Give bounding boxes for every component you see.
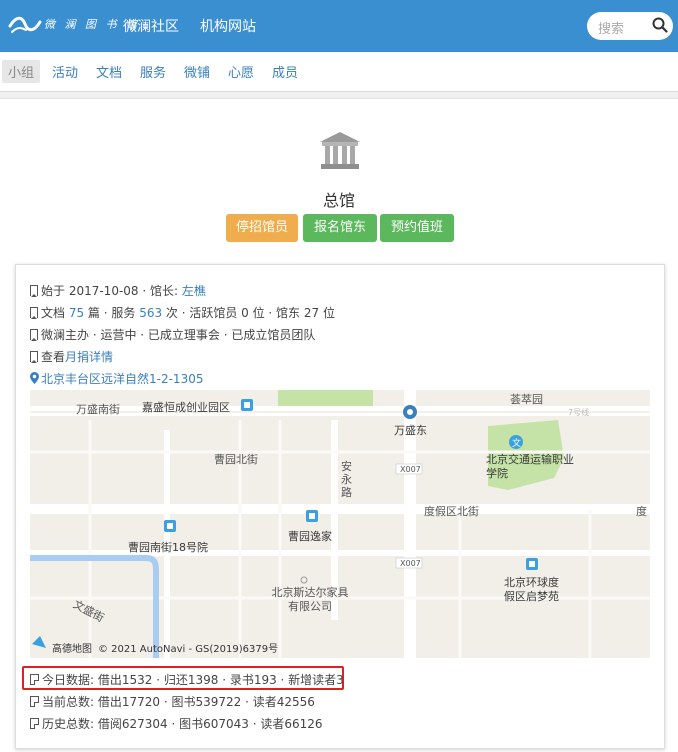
- tab-shop[interactable]: 微铺: [184, 62, 210, 81]
- current-stats-line: 当前总数: 借出17720 · 图书539722 · 读者42556: [30, 693, 315, 710]
- docs-count-link[interactable]: 75: [69, 306, 84, 320]
- bookmark-icon: [30, 285, 38, 297]
- group-title: 总馆: [322, 191, 355, 210]
- tab-services[interactable]: 服务: [140, 62, 166, 81]
- search-icon[interactable]: [652, 17, 668, 33]
- current-stats-text: 当前总数: 借出17720 · 图书539722 · 读者42556: [42, 695, 315, 709]
- map-label-caoyuanbei: 曹园北街: [214, 453, 258, 466]
- document-icon: [30, 674, 39, 685]
- services-count-link[interactable]: 563: [139, 306, 162, 320]
- search-placeholder: 搜索: [598, 22, 625, 37]
- founded-line: 始于 2017-10-08 · 馆长: 左樵: [30, 282, 206, 299]
- top-header: 微 澜 图 书 馆 微澜社区 机构网站 搜索: [0, 0, 678, 52]
- map-label-wanshengnan: 万盛南街: [76, 403, 120, 416]
- docs-suffix: 次 · 活跃馆员 0 位 · 馆东 27 位: [162, 306, 335, 320]
- map-label-jiaotong: 北京交通运输职业学院: [486, 453, 574, 480]
- site-logo[interactable]: 微 澜 图 书 馆: [8, 12, 137, 40]
- map-label-anyong: 安永路: [341, 460, 352, 499]
- location-map[interactable]: 文 万盛南街 嘉盛恒成创业园区 万盛东 荟萃园 7号线 曹园北街 安永路 X00…: [30, 390, 650, 658]
- map-pin-icon: [30, 372, 39, 384]
- register-sponsor-button[interactable]: 报名馆东: [303, 214, 377, 242]
- tab-documents[interactable]: 文档: [96, 62, 122, 81]
- today-stats-text: 今日数据: 借出1532 · 归还1398 · 录书193 · 新增读者3: [42, 673, 344, 687]
- map-label-caoyuanyijia: 曹园逸家: [288, 530, 332, 543]
- stats-line: 文档 75 篇 · 服务 563 次 · 活跃馆员 0 位 · 馆东 27 位: [30, 304, 335, 321]
- wave-logo-icon: [8, 16, 42, 33]
- status-line: 微澜主办 · 运营中 · 已成立理事会 · 已成立馆员团队: [30, 326, 315, 343]
- tab-group[interactable]: 小组: [2, 60, 41, 83]
- address-link[interactable]: 北京丰台区远洋自然1-2-1305: [41, 372, 203, 386]
- document-icon: [30, 718, 39, 729]
- curator-link[interactable]: 左樵: [182, 284, 206, 298]
- map-label-sidaer: 北京斯达尔家具有限公司: [271, 586, 349, 613]
- stop-recruit-button[interactable]: 停招馆员: [226, 214, 298, 242]
- library-building-icon: [320, 132, 360, 169]
- bookmark-icon: [30, 329, 38, 341]
- map-label-dujiaqu: 度假区北街: [424, 505, 479, 518]
- docs-mid: 篇 · 服务: [84, 306, 140, 320]
- book-shift-button[interactable]: 预约值班: [380, 214, 454, 242]
- monthly-donation-line: 查看月捐详情: [30, 348, 113, 365]
- status-text: 微澜主办 · 运营中 · 已成立理事会 · 已成立馆员团队: [41, 328, 316, 342]
- poi-marker: [241, 399, 253, 411]
- search-input[interactable]: 搜索: [587, 12, 673, 40]
- history-stats-line: 历史总数: 借阅627304 · 图书607043 · 读者66126: [30, 715, 323, 732]
- monthly-prefix: 查看: [41, 350, 66, 364]
- address-line: 北京丰台区远洋自然1-2-1305: [30, 370, 203, 387]
- founded-text: 始于 2017-10-08 · 馆长:: [41, 284, 182, 298]
- today-stats-line: 今日数据: 借出1532 · 归还1398 · 录书193 · 新增读者3: [30, 671, 344, 688]
- map-label-huanqiu: 北京环球度假区启梦苑: [504, 576, 559, 603]
- document-icon: [30, 696, 39, 707]
- bookmark-icon: [30, 351, 38, 363]
- history-stats-text: 历史总数: 借阅627304 · 图书607043 · 读者66126: [42, 717, 323, 731]
- svg-text:文: 文: [512, 437, 521, 449]
- map-copyright: © 2021 AutoNavi - GS(2019)6379号: [98, 644, 279, 655]
- map-canvas: 文: [30, 390, 650, 658]
- nav-org-site-link[interactable]: 机构网站: [200, 16, 256, 36]
- map-brand: 高德地图: [52, 644, 92, 655]
- map-label-wanshengdong: 万盛东: [394, 424, 427, 437]
- map-label-x007b: X007: [400, 559, 421, 568]
- map-label-caoyuannan: 曹园南街18号院: [128, 541, 208, 554]
- docs-prefix: 文档: [41, 306, 69, 320]
- map-label-qiaocuiyuan: 荟萃园: [510, 393, 543, 406]
- map-label-du: 度: [636, 505, 647, 518]
- bookmark-icon: [30, 307, 38, 319]
- tab-activity[interactable]: 活动: [52, 62, 78, 81]
- monthly-donation-link[interactable]: 月捐详情: [65, 350, 113, 364]
- tab-wishes[interactable]: 心愿: [228, 62, 254, 81]
- tab-members[interactable]: 成员: [272, 62, 298, 81]
- map-label-line7: 7号线: [568, 408, 590, 417]
- map-label-jiasheng: 嘉盛恒成创业园区: [142, 401, 230, 414]
- group-tab-bar: 小组 活动 文档 服务 微铺 心愿 成员: [0, 52, 678, 92]
- nav-community-link[interactable]: 微澜社区: [123, 16, 179, 36]
- map-label-x007a: X007: [400, 465, 421, 474]
